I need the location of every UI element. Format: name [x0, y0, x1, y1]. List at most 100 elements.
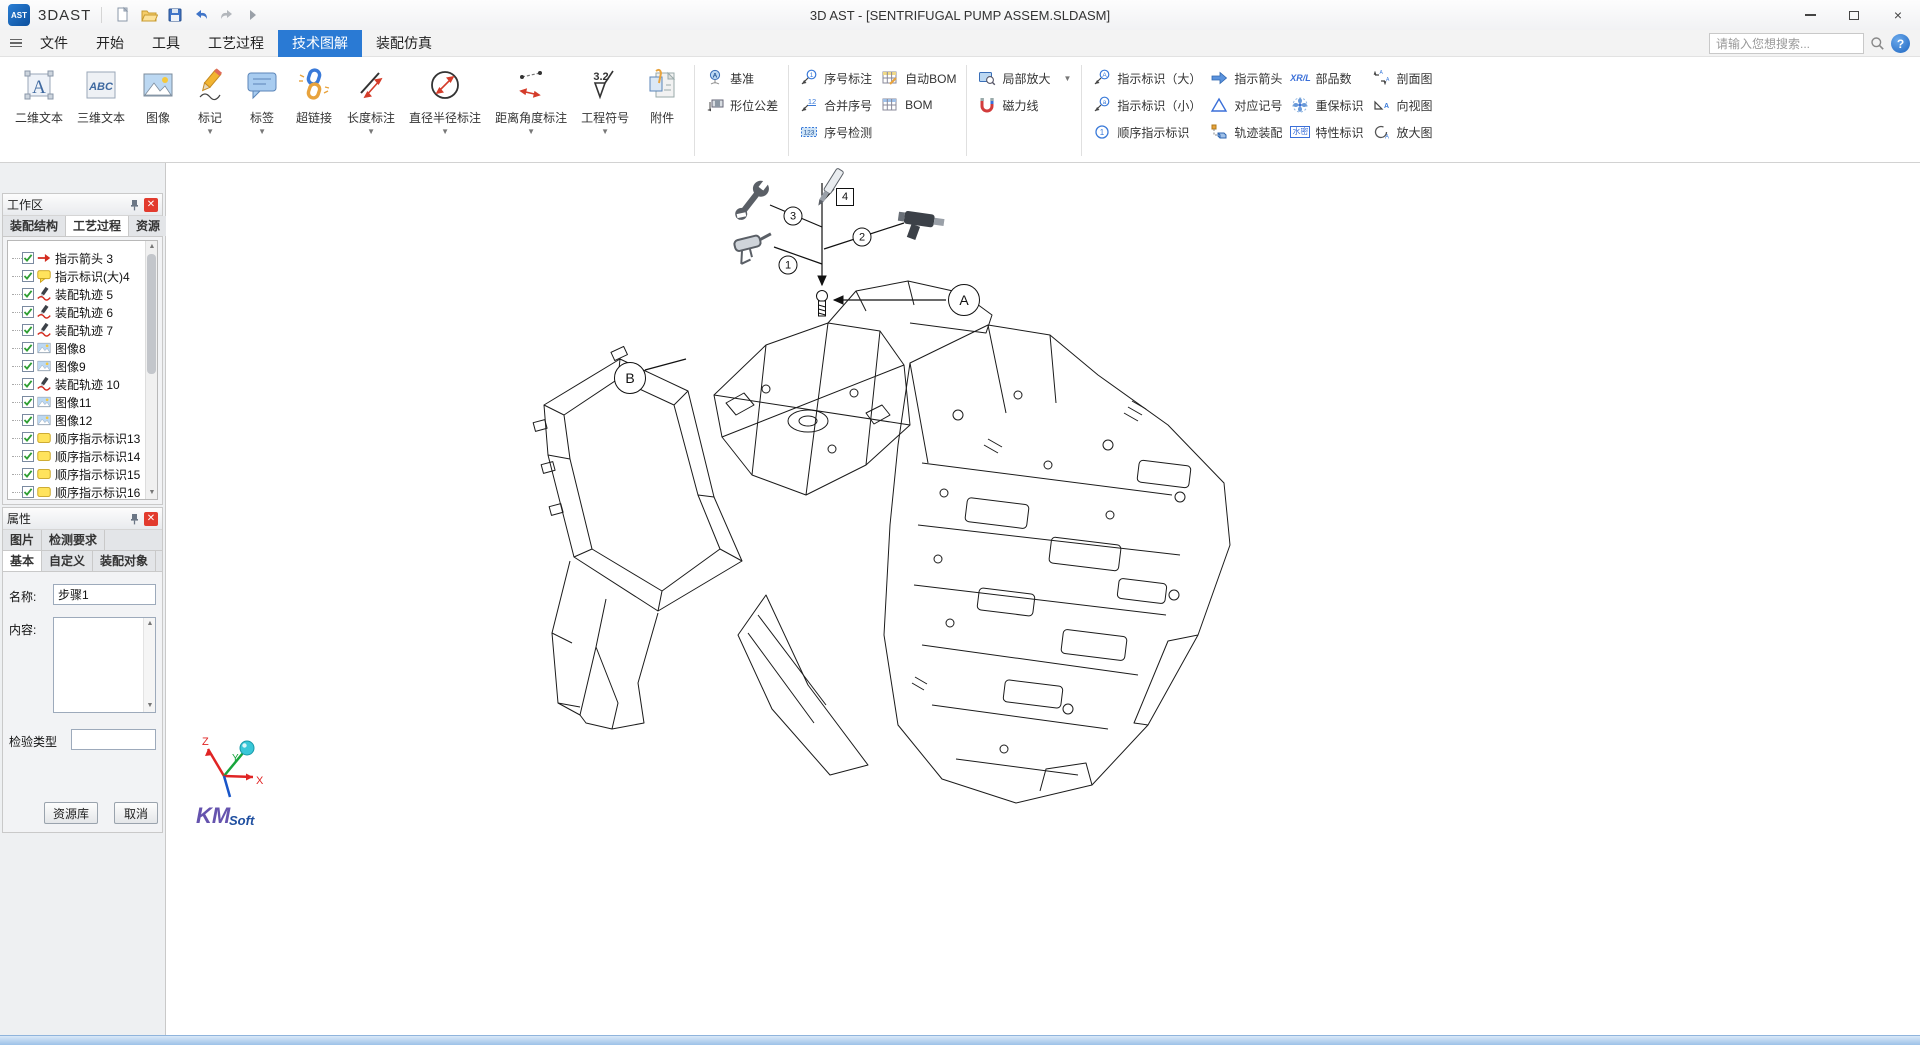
properties-tab-图片[interactable]: 图片 [3, 530, 42, 550]
tree-scrollbar[interactable]: ▲ ▼ [145, 241, 157, 499]
ribbon-button-超链接[interactable]: 超链接 [288, 63, 340, 137]
ribbon-button-指示标识（大）[interactable]: A 指示标识（大） [1092, 67, 1201, 89]
ribbon-button-BOM[interactable]: BOM [880, 94, 956, 116]
checkbox-checked[interactable] [22, 486, 34, 498]
ribbon-button-合并序号[interactable]: 12 合并序号 [799, 94, 872, 116]
properties-close-icon[interactable]: ✕ [144, 512, 158, 526]
undo-icon[interactable] [188, 3, 214, 27]
properties-tab-检测要求[interactable]: 检测要求 [42, 530, 105, 550]
save-icon[interactable] [162, 3, 188, 27]
ribbon-button-工程符号[interactable]: 3.2 工程符号 ▼ [574, 63, 636, 137]
checkbox-checked[interactable] [22, 252, 34, 264]
menu-file[interactable]: 文件 [26, 30, 82, 57]
pin-icon[interactable] [127, 198, 141, 212]
check-type-field[interactable] [71, 729, 156, 750]
tab-工艺过程[interactable]: 工艺过程 [194, 30, 278, 57]
ribbon-button-对应记号[interactable]: 对应记号 [1209, 94, 1282, 116]
callout-balloon-4[interactable]: 4 [836, 188, 854, 206]
maximize-button[interactable] [1832, 0, 1876, 30]
callout-balloon-1[interactable]: 1 [779, 256, 798, 275]
drawing-canvas[interactable]: Z X Y KM Soft 1234AB [166, 163, 1920, 1035]
ribbon-button-向视图[interactable]: A 向视图 [1371, 94, 1432, 116]
menu-icon[interactable] [10, 39, 22, 48]
properties-tab-装配对象[interactable]: 装配对象 [93, 551, 156, 571]
tree-item[interactable]: 顺序指示标识13 [8, 429, 145, 447]
properties-tab-基本[interactable]: 基本 [3, 551, 42, 571]
ribbon-button-局部放大[interactable]: 局部放大▼ [977, 67, 1071, 89]
more-icon[interactable] [240, 3, 266, 27]
ribbon-button-图像[interactable]: 图像 [132, 63, 184, 137]
checkbox-checked[interactable] [22, 396, 34, 408]
properties-tab-自定义[interactable]: 自定义 [42, 551, 93, 571]
pin-icon[interactable] [127, 512, 141, 526]
tree-item[interactable]: 装配轨迹 10 [8, 375, 145, 393]
ribbon-button-部品数[interactable]: XR/L 部品数 [1290, 67, 1363, 89]
workspace-tab-工艺过程[interactable]: 工艺过程 [66, 216, 129, 236]
tree-item[interactable]: 顺序指示标识16 [8, 483, 145, 500]
new-document-icon[interactable] [110, 3, 136, 27]
tab-装配仿真[interactable]: 装配仿真 [362, 30, 446, 57]
workspace-close-icon[interactable]: ✕ [144, 198, 158, 212]
ribbon-button-直径半径标注[interactable]: 直径半径标注 ▼ [402, 63, 488, 137]
open-icon[interactable] [136, 3, 162, 27]
ribbon-button-轨迹装配[interactable]: 轨迹装配 [1209, 121, 1282, 143]
checkbox-checked[interactable] [22, 432, 34, 444]
checkbox-checked[interactable] [22, 450, 34, 462]
tree-item[interactable]: 顺序指示标识14 [8, 447, 145, 465]
name-field[interactable]: 步骤1 [53, 584, 156, 605]
checkbox-checked[interactable] [22, 360, 34, 372]
search-input[interactable]: 请输入您想搜索... [1709, 33, 1864, 54]
tab-工具[interactable]: 工具 [138, 30, 194, 57]
help-button[interactable]: ? [1891, 34, 1910, 53]
ribbon-button-序号检测[interactable]: 123 序号检测 [799, 121, 872, 143]
tree-item[interactable]: 顺序指示标识15 [8, 465, 145, 483]
checkbox-checked[interactable] [22, 342, 34, 354]
content-field[interactable]: ▲ ▼ [53, 617, 156, 713]
资源库-button[interactable]: 资源库 [44, 802, 98, 824]
ribbon-button-形位公差[interactable]: 形位公差 [705, 94, 778, 116]
tree-item[interactable]: 指示箭头 3 [8, 249, 145, 267]
ribbon-button-自动BOM[interactable]: 自动BOM [880, 67, 956, 89]
ribbon-button-三维文本[interactable]: ABC 三维文本 [70, 63, 132, 137]
ribbon-button-放大图[interactable]: A 放大图 [1371, 121, 1432, 143]
tree-item[interactable]: 指示标识(大)4 [8, 267, 145, 285]
tab-开始[interactable]: 开始 [82, 30, 138, 57]
ribbon-button-剖面图[interactable]: AA 剖面图 [1371, 67, 1432, 89]
tree-item[interactable]: 图像12 [8, 411, 145, 429]
callout-balloon-B[interactable]: B [614, 362, 646, 394]
ribbon-button-指示箭头[interactable]: 指示箭头 [1209, 67, 1282, 89]
tree-item[interactable]: 图像8 [8, 339, 145, 357]
workspace-tab-装配结构[interactable]: 装配结构 [3, 216, 66, 236]
checkbox-checked[interactable] [22, 270, 34, 282]
checkbox-checked[interactable] [22, 324, 34, 336]
ribbon-button-重保标识[interactable]: 重保标识 [1290, 94, 1363, 116]
checkbox-checked[interactable] [22, 468, 34, 480]
ribbon-button-磁力线[interactable]: 磁力线 [977, 94, 1071, 116]
ribbon-button-标记[interactable]: 标记 ▼ [184, 63, 236, 137]
ribbon-button-特性标识[interactable]: 水密 特性标识 [1290, 121, 1363, 143]
callout-balloon-2[interactable]: 2 [853, 228, 872, 247]
ribbon-button-二维文本[interactable]: A 二维文本 [8, 63, 70, 137]
ribbon-button-序号标注[interactable]: 1 序号标注 [799, 67, 872, 89]
redo-icon[interactable] [214, 3, 240, 27]
tree-item[interactable]: 装配轨迹 5 [8, 285, 145, 303]
ribbon-button-长度标注[interactable]: 长度标注 ▼ [340, 63, 402, 137]
tab-技术图解[interactable]: 技术图解 [278, 30, 362, 57]
checkbox-checked[interactable] [22, 378, 34, 390]
ribbon-button-附件[interactable]: 附件 [636, 63, 688, 137]
取消-button[interactable]: 取消 [114, 802, 158, 824]
tree-item[interactable]: 图像9 [8, 357, 145, 375]
tree-item[interactable]: 装配轨迹 6 [8, 303, 145, 321]
callout-balloon-A[interactable]: A [948, 284, 980, 316]
workspace-tab-资源[interactable]: 资源 [129, 216, 168, 236]
ribbon-button-顺序指示标识[interactable]: 1 顺序指示标识 [1092, 121, 1201, 143]
callout-balloon-3[interactable]: 3 [784, 207, 803, 226]
ribbon-button-指示标识（小）[interactable]: a 指示标识（小） [1092, 94, 1201, 116]
tree-item[interactable]: 装配轨迹 7 [8, 321, 145, 339]
ribbon-button-距离角度标注[interactable]: 距离角度标注 ▼ [488, 63, 574, 137]
ribbon-button-标签[interactable]: 标签 ▼ [236, 63, 288, 137]
ribbon-button-基准[interactable]: A 基准 [705, 67, 778, 89]
tree-item[interactable]: 图像11 [8, 393, 145, 411]
checkbox-checked[interactable] [22, 414, 34, 426]
minimize-button[interactable] [1788, 0, 1832, 30]
